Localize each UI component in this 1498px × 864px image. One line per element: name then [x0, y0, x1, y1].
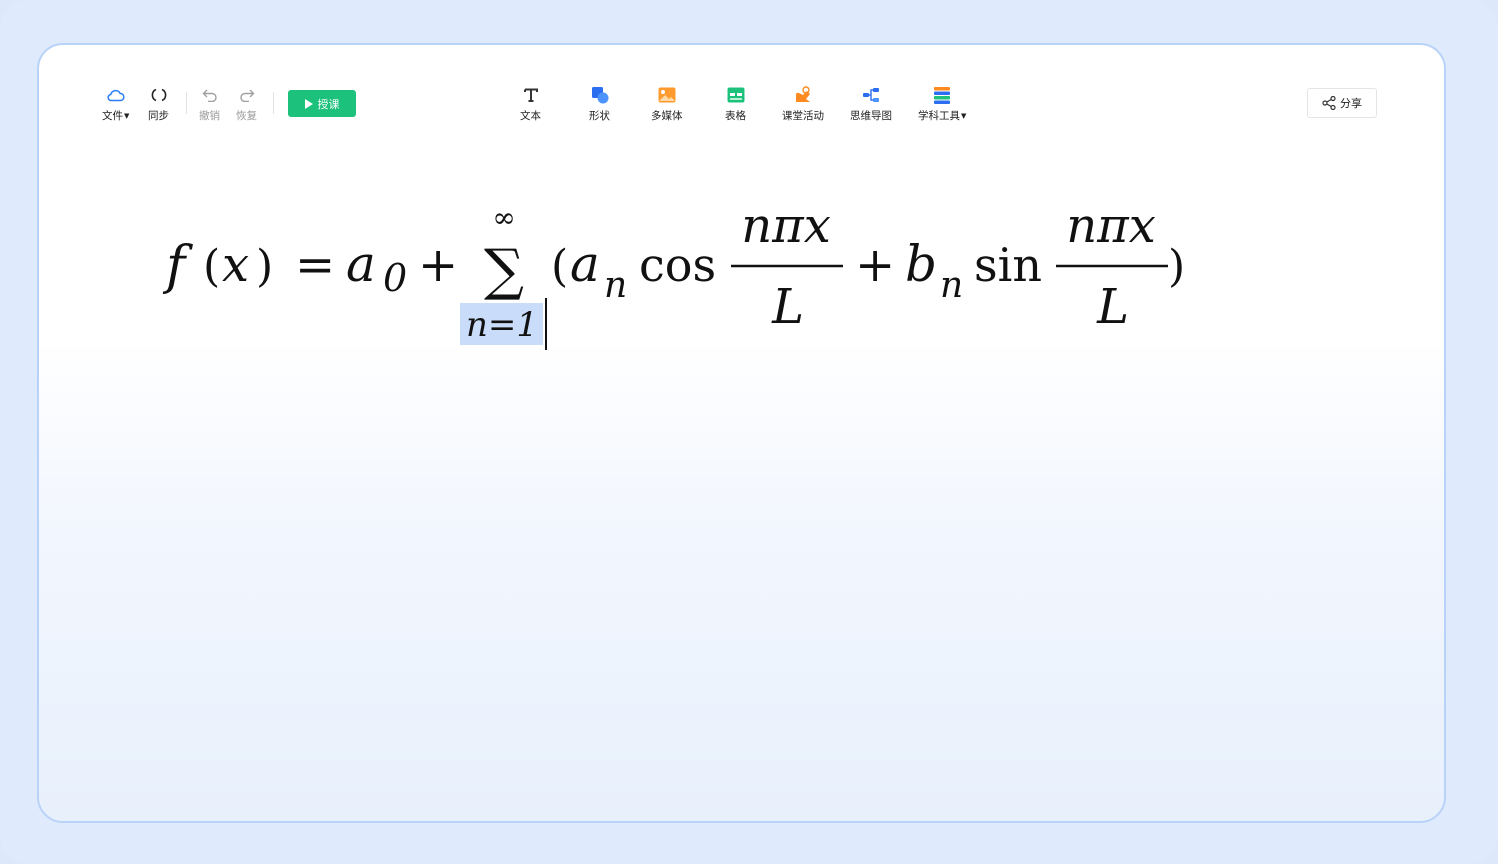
fraction2-numerator: nπx	[1066, 198, 1156, 254]
sum-lower-limit[interactable]: n=1	[466, 305, 538, 345]
sum-upper-limit: ∞	[492, 201, 515, 234]
formula-plus2: +	[855, 237, 895, 293]
formula-lparen-x: (	[203, 241, 220, 292]
formula-a: a	[346, 235, 376, 293]
fraction1-numerator: nπx	[741, 198, 831, 254]
formula-x: x	[222, 237, 249, 293]
formula-sin: sin	[974, 238, 1042, 292]
formula-subn1: n	[604, 265, 627, 306]
fraction2-denominator: L	[1096, 279, 1129, 335]
formula-rparen: )	[1168, 241, 1185, 292]
formula-b: b	[905, 235, 937, 293]
formula-a2: a	[570, 235, 600, 293]
formula-equals: =	[295, 237, 335, 293]
formula-lparen: (	[551, 241, 568, 292]
formula-editor[interactable]: f ( x ) = a 0 + ∞ ∑ n=1 ( a n cos nπx L …	[0, 0, 1498, 864]
formula-subn2: n	[940, 265, 963, 306]
fraction1-denominator: L	[771, 279, 804, 335]
formula-f: f	[162, 236, 193, 296]
formula-rparen-x: )	[256, 241, 273, 292]
formula-plus: +	[418, 237, 458, 293]
formula-sub0: 0	[383, 256, 407, 300]
sum-sigma: ∑	[484, 238, 524, 303]
formula-cos: cos	[639, 238, 716, 292]
